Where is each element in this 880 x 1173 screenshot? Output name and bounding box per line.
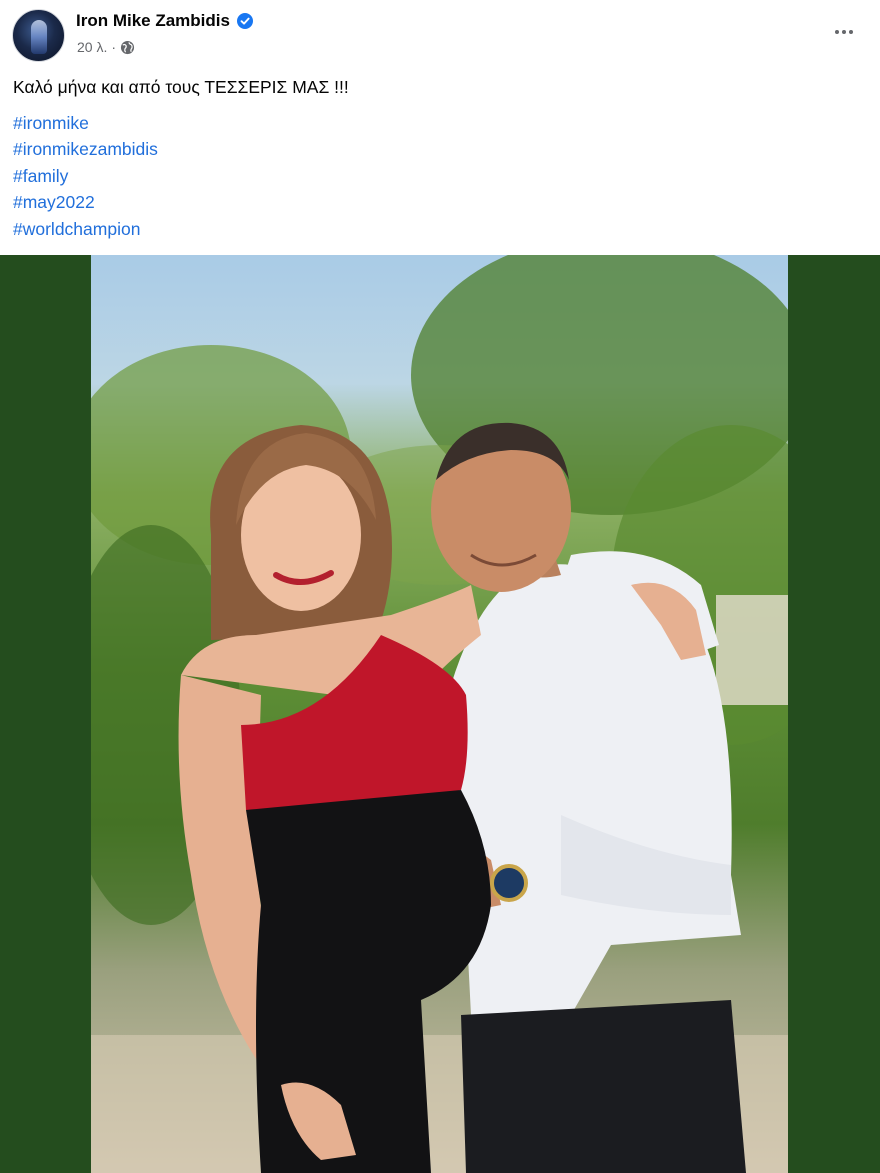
post-timestamp[interactable]: 20 λ. xyxy=(77,39,107,55)
verified-badge-icon xyxy=(236,13,253,29)
post-photo[interactable] xyxy=(91,255,788,1173)
couple-photo-illustration xyxy=(91,255,788,1173)
author-line: Iron Mike Zambidis xyxy=(76,11,253,31)
post-caption: Καλό μήνα και από τους ΤΕΣΣΕΡΙΣ ΜΑΣ !!! xyxy=(13,77,349,97)
hashtag-link[interactable]: #family xyxy=(13,163,863,190)
more-options-icon xyxy=(842,30,846,34)
more-options-icon xyxy=(849,30,853,34)
hashtag-link[interactable]: #may2022 xyxy=(13,189,863,216)
post-meta: 20 λ. · xyxy=(77,39,135,55)
author-name-link[interactable]: Iron Mike Zambidis xyxy=(76,11,230,31)
hashtag-link[interactable]: #worldchampion xyxy=(13,216,863,243)
more-options-icon xyxy=(835,30,839,34)
hashtag-link[interactable]: #ironmike xyxy=(13,110,863,137)
profile-avatar[interactable] xyxy=(12,9,65,62)
avatar-figure xyxy=(31,20,47,54)
hashtag-link[interactable]: #ironmikezambidis xyxy=(13,136,863,163)
more-options-button[interactable] xyxy=(828,18,860,46)
globe-icon[interactable] xyxy=(120,40,135,55)
post-photo-frame xyxy=(0,255,880,1173)
post-header: Iron Mike Zambidis 20 λ. · xyxy=(0,0,880,66)
meta-separator: · xyxy=(111,39,117,55)
post-text: Καλό μήνα και από τους ΤΕΣΣΕΡΙΣ ΜΑΣ !!! … xyxy=(13,74,863,242)
